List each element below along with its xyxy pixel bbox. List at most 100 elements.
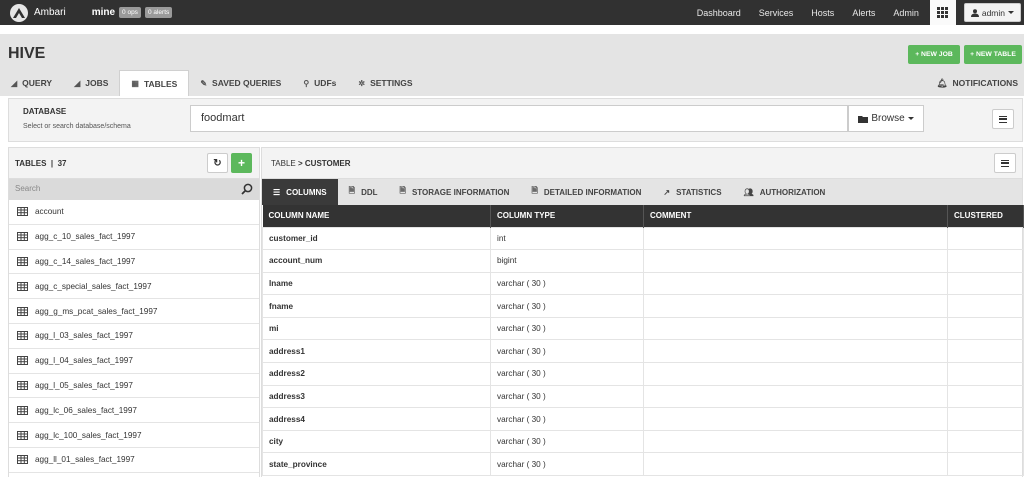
user-menu-button[interactable]: admin xyxy=(963,3,1021,22)
tab-columns[interactable]: ☰ COLUMNS xyxy=(262,179,338,205)
table-name: agg_c_10_sales_fact_1997 xyxy=(35,232,136,242)
table-list-item[interactable]: agg_c_special_sales_fact_1997 xyxy=(9,274,259,300)
column-clustered-cell xyxy=(947,316,1024,341)
column-row[interactable]: fname varchar ( 30 ) xyxy=(262,294,1024,318)
column-clustered-cell xyxy=(947,452,1024,477)
table-icon xyxy=(17,405,28,415)
column-row[interactable]: address3 varchar ( 30 ) xyxy=(262,384,1024,409)
table-list-item[interactable]: agg_lc_100_sales_fact_1997 xyxy=(9,423,259,448)
views-grid-button[interactable] xyxy=(929,0,956,25)
tab-label: QUERY xyxy=(22,78,53,88)
tab-ddl[interactable]: 🗎︎ DDL xyxy=(338,179,389,205)
column-name-cell: state_province xyxy=(262,452,491,477)
table-name: agg_lc_06_sales_fact_1997 xyxy=(35,405,137,415)
table-list: account agg_c_10_sales_fact_1997 agg_c_14_… xyxy=(9,200,259,473)
alerts-badge[interactable]: 0 alerts xyxy=(144,7,173,18)
tab-detailed-information[interactable]: 🗎︎ DETAILED INFORMATION xyxy=(520,179,652,205)
nav-services[interactable]: Services xyxy=(750,8,803,18)
bell-icon: 🔔︎ xyxy=(936,77,948,88)
table-list-item[interactable]: agg_c_14_sales_fact_1997 xyxy=(9,250,259,275)
column-type-cell: varchar ( 30 ) xyxy=(490,429,644,454)
table-list-item[interactable]: agg_g_ms_pcat_sales_fact_1997 xyxy=(9,299,259,324)
breadcrumb: TABLE > CUSTOMER xyxy=(271,159,351,168)
tab-label: JOBS xyxy=(85,78,109,88)
column-row[interactable]: account_num bigint xyxy=(262,249,1024,273)
notifications-button[interactable]: 🔔︎ NOTIFICATIONS xyxy=(937,70,1018,96)
column-row[interactable]: lname varchar ( 30 ) xyxy=(262,271,1024,296)
brand-name[interactable]: Ambari xyxy=(34,7,66,18)
tab-storage-information[interactable]: 🗎︎ STORAGE INFORMATION xyxy=(389,179,521,205)
notifications-label: NOTIFICATIONS xyxy=(952,78,1018,88)
new-job-button[interactable]: + NEW JOB xyxy=(908,45,960,64)
tab-settings[interactable]: ✲ SETTINGS xyxy=(347,70,423,96)
top-spacer xyxy=(0,25,1024,34)
gear-icon: ✲ xyxy=(358,78,366,88)
tables-panel-header: TABLES | 37 ↻ + xyxy=(9,148,259,179)
column-header-comment: COMMENT xyxy=(643,205,948,227)
table-icon xyxy=(17,380,28,390)
nav-admin[interactable]: Admin xyxy=(884,8,928,18)
paper-plane-icon: ◢ xyxy=(74,78,81,88)
breadcrumb-current: CUSTOMER xyxy=(304,159,351,168)
browse-label: Browse xyxy=(871,113,905,124)
user-icon xyxy=(970,8,979,17)
new-table-button[interactable]: + NEW TABLE xyxy=(964,45,1022,64)
chart-icon: ↗ xyxy=(663,187,671,197)
column-header-name: COLUMN NAME xyxy=(262,205,491,227)
table-search-input[interactable]: Search xyxy=(15,184,40,193)
tab-tables[interactable]: ▦ TABLES xyxy=(119,70,190,96)
column-comment-cell xyxy=(643,452,948,477)
column-row[interactable]: address2 varchar ( 30 ) xyxy=(262,362,1024,386)
tab-statistics[interactable]: ↗ STATISTICS xyxy=(652,179,732,205)
column-comment-cell xyxy=(643,407,948,431)
tab-query[interactable]: ◢ QUERY xyxy=(0,70,63,96)
table-menu-button[interactable] xyxy=(994,153,1016,173)
ops-badge[interactable]: 0 ops xyxy=(119,7,141,18)
tab-label: TABLES xyxy=(143,78,178,89)
column-row[interactable]: city varchar ( 30 ) xyxy=(262,429,1024,454)
breadcrumb-table[interactable]: TABLE xyxy=(271,159,296,168)
refresh-button[interactable]: ↻ xyxy=(207,153,228,173)
table-list-item[interactable]: agg_c_10_sales_fact_1997 xyxy=(9,225,259,250)
table-list-item[interactable]: agg_ll_01_sales_fact_1997 xyxy=(9,448,259,473)
tab-saved-queries[interactable]: ✎ SAVED QUERIES xyxy=(189,70,292,96)
table-list-item[interactable]: agg_l_04_sales_fact_1997 xyxy=(9,349,259,374)
table-list-item[interactable]: account xyxy=(9,200,259,225)
column-row[interactable]: address4 varchar ( 30 ) xyxy=(262,407,1024,431)
search-icon[interactable] xyxy=(241,183,253,195)
table-search: Search xyxy=(9,179,259,200)
column-clustered-cell xyxy=(947,249,1024,273)
table-list-item[interactable]: agg_l_03_sales_fact_1997 xyxy=(9,324,259,349)
column-name-cell: address1 xyxy=(262,339,491,364)
column-row[interactable]: customer_id int xyxy=(262,226,1024,251)
nav-alerts[interactable]: Alerts xyxy=(843,8,884,18)
column-comment-cell xyxy=(643,339,948,364)
tables-title-label: TABLES xyxy=(15,159,47,168)
columns-body: customer_id int account_num bigint lname varc… xyxy=(262,226,1024,477)
browse-button[interactable]: Browse xyxy=(848,105,924,132)
top-navbar: Ambari mine 0 ops 0 alerts Dashboard Ser… xyxy=(0,0,1024,25)
tab-udfs[interactable]: ⚲ UDFs xyxy=(292,70,347,96)
column-name-cell: customer_id xyxy=(262,226,491,251)
add-table-button[interactable]: + xyxy=(231,153,252,173)
table-name: agg_c_special_sales_fact_1997 xyxy=(35,281,152,291)
plug-icon: ⚲ xyxy=(303,78,310,88)
refresh-icon: ↻ xyxy=(213,157,222,169)
ambari-logo-icon[interactable] xyxy=(10,3,28,22)
table-name: agg_l_04_sales_fact_1997 xyxy=(35,356,133,366)
column-row[interactable]: mi varchar ( 30 ) xyxy=(262,316,1024,341)
table-detail-panel: TABLE > CUSTOMER ☰ COLUMNS 🗎︎ DDL 🗎︎ STORAG… xyxy=(261,147,1024,477)
table-list-item[interactable]: agg_lc_06_sales_fact_1997 xyxy=(9,398,259,424)
database-input[interactable]: foodmart xyxy=(190,105,848,132)
cluster-name[interactable]: mine xyxy=(92,7,115,18)
database-menu-button[interactable] xyxy=(992,109,1014,129)
tab-jobs[interactable]: ◢ JOBS xyxy=(63,70,119,96)
column-row[interactable]: state_province varchar ( 30 ) xyxy=(262,452,1024,477)
tab-authorization[interactable]: 👥︎ AUTHORIZATION xyxy=(733,179,837,205)
tables-panel: TABLES | 37 ↻ + Search account agg_c_10_s… xyxy=(8,147,260,477)
nav-hosts[interactable]: Hosts xyxy=(802,8,843,18)
table-name: agg_ll_01_sales_fact_1997 xyxy=(35,455,135,465)
column-row[interactable]: address1 varchar ( 30 ) xyxy=(262,339,1024,364)
table-list-item[interactable]: agg_l_05_sales_fact_1997 xyxy=(9,374,259,399)
nav-dashboard[interactable]: Dashboard xyxy=(688,8,750,18)
